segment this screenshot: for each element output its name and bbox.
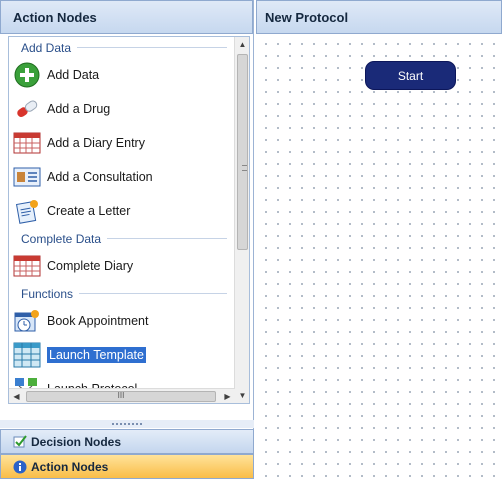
action-node-list[interactable]: Add Data Add Data Add a Drug Add a Diary… [8, 36, 250, 404]
appointment-clock-icon [13, 308, 41, 334]
add-green-icon [13, 62, 41, 88]
section-divider [107, 238, 227, 239]
consultation-card-icon [13, 164, 41, 190]
hscroll-grip: III [117, 391, 125, 400]
pill-icon [13, 96, 41, 122]
protocol-editor: New Protocol Start [256, 0, 502, 479]
list-item-add-drug[interactable]: Add a Drug [9, 92, 235, 126]
grip-icon [242, 165, 247, 171]
decision-nodes-button[interactable]: Decision Nodes [0, 429, 254, 454]
list-item-book-appointment[interactable]: Book Appointment [9, 304, 235, 338]
horizontal-scrollbar[interactable]: ◀ III ▶ [9, 388, 235, 403]
scroll-down-icon[interactable]: ▼ [235, 388, 249, 403]
item-label: Add a Diary Entry [47, 136, 145, 150]
section-label: Functions [21, 286, 74, 301]
section-label: Add Data [21, 40, 72, 55]
section-functions: Functions [9, 283, 235, 304]
calendar-icon [13, 253, 41, 279]
item-label: Create a Letter [47, 204, 131, 218]
list-item-add-consultation[interactable]: Add a Consultation [9, 160, 235, 194]
calendar-icon [13, 130, 41, 156]
item-label: Launch Template [47, 347, 146, 363]
info-icon [13, 460, 27, 474]
list-item-launch-template[interactable]: Launch Template [9, 338, 235, 372]
list-item-add-data[interactable]: Add Data [9, 58, 235, 92]
nav-label: Decision Nodes [31, 434, 122, 449]
section-add-data: Add Data [9, 37, 235, 58]
list-item-complete-diary[interactable]: Complete Diary [9, 249, 235, 283]
section-divider [77, 47, 227, 48]
item-label: Add Data [47, 68, 100, 82]
scroll-left-icon[interactable]: ◀ [9, 389, 24, 403]
section-complete-data: Complete Data [9, 228, 235, 249]
list-item-create-letter[interactable]: Create a Letter [9, 194, 235, 228]
panel-title: Action Nodes [0, 0, 253, 34]
checkmark-icon [13, 434, 27, 449]
grid-table-icon [13, 342, 41, 368]
list-content: Add Data Add Data Add a Drug Add a Diary… [9, 37, 235, 403]
pane-splitter[interactable] [0, 420, 254, 428]
protocol-canvas[interactable]: Start [256, 34, 502, 479]
scroll-thumb[interactable] [237, 54, 248, 250]
letter-icon [13, 198, 41, 224]
scroll-right-icon[interactable]: ▶ [220, 389, 235, 403]
item-label: Add a Consultation [47, 170, 153, 184]
vertical-scrollbar[interactable]: ▲ ▼ [234, 37, 249, 403]
section-divider [79, 293, 227, 294]
list-item-add-diary-entry[interactable]: Add a Diary Entry [9, 126, 235, 160]
item-label: Add a Drug [47, 102, 111, 116]
item-label: Book Appointment [47, 314, 149, 328]
nav-label: Action Nodes [31, 459, 109, 474]
scroll-up-icon[interactable]: ▲ [235, 37, 249, 52]
action-nodes-panel: Action Nodes Add Data Add Data Add a Dru… [0, 0, 254, 479]
section-label: Complete Data [21, 231, 102, 246]
editor-title: New Protocol [256, 0, 502, 34]
item-label: Complete Diary [47, 259, 134, 273]
hscroll-thumb[interactable]: III [26, 391, 216, 402]
action-nodes-button[interactable]: Action Nodes [0, 454, 254, 479]
splitter-grip [112, 423, 142, 425]
start-node[interactable]: Start [365, 61, 456, 90]
